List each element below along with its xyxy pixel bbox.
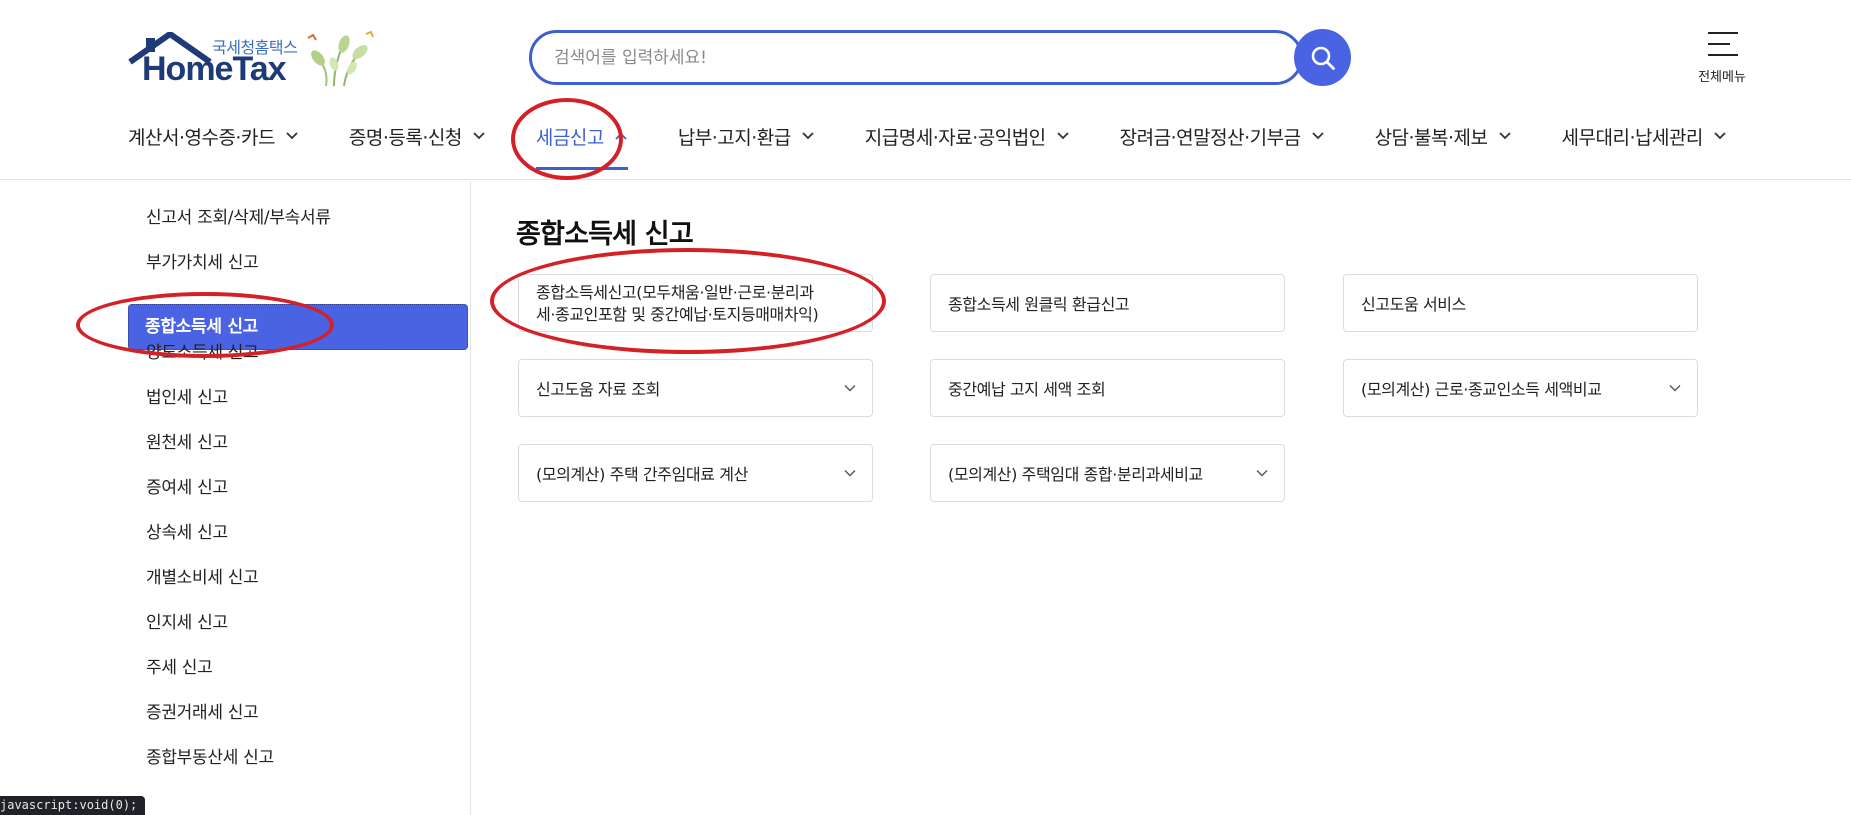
card-sim-rental-compare[interactable]: (모의계산) 주택임대 종합·분리과세비교	[930, 444, 1285, 502]
card-label: (모의계산) 근로·종교인소득 세액비교	[1361, 380, 1602, 399]
side-nav-item-inheritance-tax[interactable]: 상속세 신고	[130, 511, 470, 555]
side-nav-item-report-lookup[interactable]: 신고서 조회/삭제/부속서류	[130, 196, 470, 240]
chevron-down-icon	[1057, 132, 1069, 140]
side-nav-item-liquor-tax[interactable]: 주세 신고	[130, 646, 470, 690]
card-income-tax-filing[interactable]: 종합소득세신고(모두채움·일반·근로·분리과 세·종교인포함 및 중간예납·토지…	[518, 274, 873, 332]
card-label: 종합소득세 원클릭 환급신고	[948, 295, 1130, 314]
gnb-item-label: 지급명세·자료·공익법인	[864, 126, 1046, 149]
chevron-down-icon	[1256, 470, 1268, 477]
gnb-item-incentive-yearend[interactable]: 장려금·연말정산·기부금	[1120, 118, 1325, 154]
gnb-item-tax-filing[interactable]: 세금신고	[535, 118, 628, 170]
gnb-item-payment-notice-refund[interactable]: 납부·고지·환급	[678, 118, 815, 154]
card-label-line2: 세·종교인포함 및 중간예납·토지등매매차익)	[536, 305, 819, 324]
gnb-item-label: 납부·고지·환급	[677, 126, 791, 149]
all-menu-label: 전체메뉴	[1698, 70, 1746, 85]
all-menu-button[interactable]: 전체메뉴	[1690, 28, 1754, 88]
side-nav: 신고서 조회/삭제/부속서류 부가가치세 신고 종합소득세 신고 양도소득세 신…	[0, 181, 471, 815]
side-nav-item-gift-tax[interactable]: 증여세 신고	[130, 466, 470, 510]
side-nav-item-stamp-tax[interactable]: 인지세 신고	[130, 601, 470, 645]
search-input[interactable]	[554, 43, 1234, 73]
gnb-item-label: 증명·등록·신청	[348, 126, 462, 149]
browser-status-bar: javascript:void(0);	[0, 796, 146, 815]
chevron-down-icon	[1498, 132, 1511, 140]
side-nav-item-capital-gains[interactable]: 양도소득세 신고	[130, 331, 470, 375]
side-nav-item-property-tax[interactable]: 종합부동산세 신고	[130, 736, 470, 780]
card-sim-deemed-rent[interactable]: (모의계산) 주택 간주임대료 계산	[518, 444, 873, 502]
card-label: 신고도움 서비스	[1361, 295, 1466, 314]
gnb-item-label: 세금신고	[535, 126, 604, 149]
search-icon	[1311, 46, 1335, 70]
card-label: (모의계산) 주택 간주임대료 계산	[536, 465, 748, 484]
search-box	[529, 30, 1303, 85]
chevron-down-icon	[844, 385, 856, 392]
card-filing-help-service[interactable]: 신고도움 서비스	[1343, 274, 1698, 332]
chevron-up-icon	[615, 132, 627, 140]
chevron-down-icon	[1669, 385, 1681, 392]
plant-illustration-icon	[307, 30, 374, 87]
hamburger-icon	[1708, 32, 1738, 56]
side-nav-item-securities-tax[interactable]: 증권거래세 신고	[130, 691, 470, 735]
card-label: 신고도움 자료 조회	[536, 380, 660, 399]
card-sim-wage-religious-compare[interactable]: (모의계산) 근로·종교인소득 세액비교	[1343, 359, 1698, 417]
card-one-click-refund[interactable]: 종합소득세 원클릭 환급신고	[930, 274, 1285, 332]
gnb-item-invoice-receipt-card[interactable]: 계산서·영수증·카드	[128, 118, 299, 154]
card-label: (모의계산) 주택임대 종합·분리과세비교	[948, 465, 1203, 484]
side-nav-item-withholding[interactable]: 원천세 신고	[130, 421, 470, 465]
side-nav-item-vat[interactable]: 부가가치세 신고	[130, 241, 470, 285]
brand-name: HomeTax	[142, 50, 287, 88]
global-nav: 계산서·영수증·카드 증명·등록·신청 세금신고 납부·고지·환급 지급명세·자…	[128, 118, 1727, 170]
gnb-item-consult-appeal-report[interactable]: 상담·불복·제보	[1375, 118, 1512, 154]
chevron-down-icon	[1311, 132, 1324, 140]
search-button[interactable]	[1294, 29, 1351, 86]
side-nav-item-corporate-tax[interactable]: 법인세 신고	[130, 376, 470, 420]
card-label-line1: 종합소득세신고(모두채움·일반·근로·분리과	[536, 283, 814, 302]
site-header: 국세청홈택스 HomeTax 전체메뉴	[0, 0, 1851, 180]
chevron-down-icon	[802, 132, 814, 140]
chevron-down-icon	[844, 470, 856, 477]
gnb-item-label: 상담·불복·제보	[1374, 126, 1488, 149]
chevron-down-icon	[286, 132, 298, 140]
gnb-item-tax-agent-management[interactable]: 세무대리·납세관리	[1562, 118, 1727, 154]
card-interim-prepayment-lookup[interactable]: 중간예납 고지 세액 조회	[930, 359, 1285, 417]
gnb-item-label: 계산서·영수증·카드	[128, 126, 275, 149]
page-title: 종합소득세 신고	[516, 219, 694, 250]
gnb-item-label: 장려금·연말정산·기부금	[1119, 126, 1301, 149]
hometax-logo[interactable]: 국세청홈택스 HomeTax	[128, 30, 378, 90]
gnb-item-label: 세무대리·납세관리	[1561, 126, 1704, 149]
card-filing-help-data[interactable]: 신고도움 자료 조회	[518, 359, 873, 417]
side-nav-item-excise-tax[interactable]: 개별소비세 신고	[130, 556, 470, 600]
gnb-item-certificate-registration[interactable]: 증명·등록·신청	[349, 118, 486, 154]
card-label: 중간예납 고지 세액 조회	[948, 380, 1106, 399]
chevron-down-icon	[473, 132, 485, 140]
gnb-item-payment-statement[interactable]: 지급명세·자료·공익법인	[865, 118, 1070, 154]
chevron-down-icon	[1714, 132, 1726, 140]
